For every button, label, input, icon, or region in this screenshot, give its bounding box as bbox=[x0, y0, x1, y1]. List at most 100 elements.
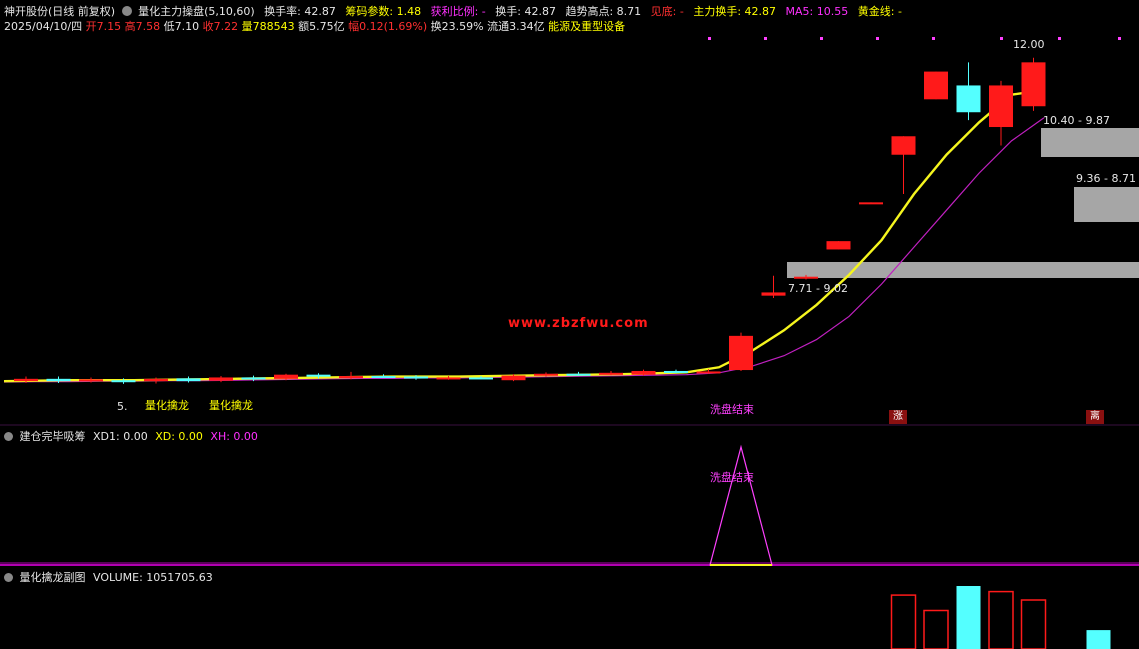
sub1-wash-label: 洗盘结束 bbox=[710, 471, 754, 484]
volume-bar bbox=[956, 586, 981, 649]
label-left-tag: 5. bbox=[117, 400, 128, 413]
trend-high: 趋势高点: 8.71 bbox=[565, 5, 642, 18]
band-1 bbox=[1041, 128, 1139, 157]
marker-dot bbox=[876, 37, 879, 40]
ma-slow-line bbox=[3, 117, 1045, 383]
main-panel bbox=[3, 37, 1139, 384]
candle-body bbox=[664, 370, 688, 373]
sub1-xd1: XD1: 0.00 bbox=[93, 430, 148, 443]
quote-volume: 量788543 bbox=[241, 20, 295, 33]
candle-body bbox=[371, 376, 396, 379]
volume-bar bbox=[988, 590, 1014, 649]
candle-body bbox=[436, 377, 461, 380]
sub-panel-2 bbox=[890, 586, 1111, 649]
turnover-rate: 换手率: 42.87 bbox=[264, 5, 336, 18]
header-row: 神开股份(日线 前复权) 量化主力操盘(5,10,60) 换手率: 42.87 … bbox=[4, 3, 902, 19]
marker-dots bbox=[708, 37, 1121, 40]
bottom-sign: 见底: - bbox=[650, 5, 684, 18]
sub1-header: 建仓完毕吸筹 XD1: 0.00 XD: 0.00 XH: 0.00 bbox=[4, 428, 258, 444]
sell-tag: 离 bbox=[1086, 410, 1104, 424]
volume-bar bbox=[1020, 599, 1047, 649]
candle-body bbox=[891, 136, 916, 155]
ma5-value: MA5: 10.55 bbox=[785, 5, 849, 18]
quote-low: 低7.10 bbox=[163, 20, 200, 33]
candle-body bbox=[696, 371, 721, 374]
quote-open: 开7.15 bbox=[85, 20, 122, 33]
quote-date: 2025/04/10/四 bbox=[4, 20, 83, 33]
sub1-xh: XH: 0.00 bbox=[210, 430, 258, 443]
quote-high: 高7.58 bbox=[124, 20, 161, 33]
band-2 bbox=[1074, 187, 1139, 222]
marker-dot bbox=[932, 37, 935, 40]
candle-body bbox=[14, 378, 38, 382]
quote-float-cap: 流通3.34亿 bbox=[487, 20, 545, 33]
quote-row: 2025/04/10/四 开7.15 高7.58 低7.10 收7.22 量78… bbox=[4, 18, 625, 34]
quote-close: 收7.22 bbox=[202, 20, 239, 33]
marker-dot bbox=[820, 37, 823, 40]
candle-body bbox=[79, 379, 103, 382]
marker-dot bbox=[1118, 37, 1121, 40]
sub2-toggle-icon[interactable] bbox=[4, 573, 13, 582]
indicator-name[interactable]: 量化主力操盘(5,10,60) bbox=[138, 5, 255, 18]
candle-body bbox=[209, 377, 233, 381]
label-band-3: 7.71 - 9.02 bbox=[788, 282, 848, 295]
candle-body bbox=[1021, 62, 1046, 107]
candles bbox=[14, 57, 1046, 384]
candle-body bbox=[794, 276, 818, 279]
stock-title[interactable]: 神开股份(日线 前复权) bbox=[4, 5, 115, 18]
candle-body bbox=[501, 375, 526, 381]
candle-body bbox=[534, 373, 558, 376]
label-top-price: 12.00 bbox=[1013, 38, 1045, 51]
profit-ratio: 获利比例: - bbox=[430, 5, 486, 18]
sub2-volume: VOLUME: 1051705.63 bbox=[93, 571, 213, 584]
marker-dot bbox=[1058, 37, 1061, 40]
sub1-toggle-icon[interactable] bbox=[4, 432, 13, 441]
candle-body bbox=[306, 374, 331, 377]
marker-dot bbox=[708, 37, 711, 40]
band-3 bbox=[787, 262, 1139, 278]
candle-body bbox=[274, 374, 298, 379]
candle-body bbox=[761, 292, 786, 296]
candle-body bbox=[956, 85, 981, 113]
label-band-2: 9.36 - 8.71 bbox=[1076, 172, 1136, 185]
sub1-title[interactable]: 建仓完毕吸筹 bbox=[20, 430, 86, 443]
candle-body bbox=[566, 373, 591, 376]
pulse-triangle bbox=[709, 444, 773, 566]
gold-line: 黄金线: - bbox=[857, 5, 902, 18]
indicator-toggle-icon[interactable] bbox=[121, 6, 132, 16]
label-wash-end: 洗盘结束 bbox=[710, 403, 754, 416]
main-turnover: 主力换手: 42.87 bbox=[693, 5, 777, 18]
signal-label-2: 量化擒龙 bbox=[209, 399, 253, 412]
sub1-xd: XD: 0.00 bbox=[155, 430, 203, 443]
candle-body bbox=[924, 71, 948, 100]
candle-body bbox=[859, 202, 883, 205]
candle-body bbox=[826, 241, 851, 250]
quote-turnover: 换23.59% bbox=[430, 20, 484, 33]
price-bands bbox=[787, 128, 1139, 278]
sub-panel-1 bbox=[0, 444, 1139, 566]
rise-tag: 涨 bbox=[889, 410, 907, 424]
quote-industry[interactable]: 能源及重型设备 bbox=[548, 20, 625, 33]
marker-dot bbox=[764, 37, 767, 40]
watermark: www.zbzfwu.com bbox=[508, 316, 649, 331]
turnover: 换手: 42.87 bbox=[495, 5, 556, 18]
signal-label-1: 量化擒龙 bbox=[145, 399, 189, 412]
candle-body bbox=[469, 377, 493, 380]
volume-bar bbox=[890, 594, 917, 649]
volume-bar bbox=[923, 609, 949, 649]
candle-body bbox=[729, 335, 753, 371]
label-band-1: 10.40 - 9.87 bbox=[1043, 114, 1110, 127]
marker-dot bbox=[1000, 37, 1003, 40]
chip-param: 筹码参数: 1.48 bbox=[345, 5, 422, 18]
quote-amount: 额5.75亿 bbox=[298, 20, 345, 33]
sub2-title[interactable]: 量化擒龙副图 bbox=[20, 571, 86, 584]
candle-body bbox=[144, 378, 168, 382]
candle-body bbox=[241, 377, 266, 380]
quote-change: 幅0.12(1.69%) bbox=[348, 20, 428, 33]
candle-body bbox=[46, 378, 71, 382]
candle-body bbox=[599, 372, 623, 375]
sub2-header: 量化擒龙副图 VOLUME: 1051705.63 bbox=[4, 569, 213, 585]
candle-body bbox=[176, 378, 201, 382]
candle-body bbox=[631, 370, 656, 375]
candle-body bbox=[111, 380, 136, 383]
